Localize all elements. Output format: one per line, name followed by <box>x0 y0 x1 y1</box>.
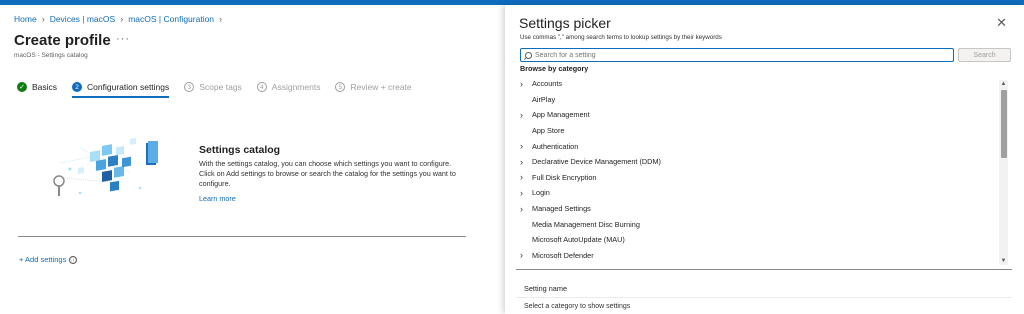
category-item[interactable]: › Microsoft Defender <box>520 248 1000 264</box>
category-item[interactable]: › Managed Settings <box>520 201 1000 217</box>
chevron-right-icon: › <box>520 250 523 261</box>
category-label: Full Disk Encryption <box>532 172 597 182</box>
tab-scope-tags[interactable]: 3 Scope tags <box>184 82 242 92</box>
add-settings-link[interactable]: + Add settings ⓘ <box>19 255 78 264</box>
page-subtitle: macOS - Settings catalog <box>14 52 88 59</box>
setting-empty-hint: Select a category to show settings <box>524 303 631 310</box>
breadcrumb: Home › Devices | macOS › macOS | Configu… <box>14 14 222 24</box>
step-label: Review + create <box>350 82 412 92</box>
step-number: 4 <box>256 82 267 92</box>
chevron-right-icon: › <box>219 14 223 24</box>
settings-catalog-description: With the settings catalog, you can choos… <box>199 159 456 188</box>
chevron-right-icon: › <box>120 14 124 24</box>
learn-more-link[interactable]: Learn more <box>199 194 236 203</box>
category-label: Media Management Disc Burning <box>532 219 640 229</box>
category-label: Login <box>532 188 550 198</box>
search-box[interactable] <box>520 48 954 62</box>
breadcrumb-macos-configuration[interactable]: macOS | Configuration <box>128 14 214 24</box>
breadcrumb-devices-macos[interactable]: Devices | macOS <box>50 14 116 24</box>
divider <box>18 236 466 237</box>
more-options-button[interactable]: ··· <box>116 33 130 45</box>
scrollbar-thumb[interactable] <box>1000 90 1007 158</box>
step-label: Scope tags <box>199 82 242 92</box>
wizard-steps: ✓ Basics 2 Configuration settings 3 Scop… <box>17 82 427 98</box>
checkmark-icon: ✓ <box>17 82 27 92</box>
category-label: App Management <box>532 110 590 120</box>
chevron-right-icon: › <box>520 141 523 152</box>
category-item[interactable]: App Store <box>520 123 1000 139</box>
divider <box>516 269 1012 270</box>
scroll-up-icon[interactable]: ▲ <box>1000 81 1007 87</box>
add-settings-label: + Add settings <box>19 255 67 264</box>
category-item[interactable]: Media Management Disc Burning <box>520 216 1000 232</box>
panel-title: Settings picker <box>519 15 611 31</box>
category-label: Managed Settings <box>532 204 591 214</box>
category-scrollbar[interactable]: ▲ ▼ <box>999 80 1008 265</box>
step-label: Basics <box>32 82 58 92</box>
settings-catalog-title: Settings catalog <box>199 144 281 156</box>
browse-by-category-label: Browse by category <box>520 64 589 73</box>
chevron-right-icon: › <box>520 78 523 89</box>
settings-catalog-illustration <box>53 137 158 196</box>
step-number: 3 <box>184 82 195 92</box>
tab-assignments[interactable]: 4 Assignments <box>256 82 321 92</box>
category-item[interactable]: › Login <box>520 185 1000 201</box>
category-label: Microsoft Defender <box>532 250 594 260</box>
scroll-down-icon[interactable]: ▼ <box>1000 258 1007 264</box>
category-item[interactable]: › Declarative Device Management (DDM) <box>520 154 1000 170</box>
category-label: AirPlay <box>532 94 556 104</box>
breadcrumb-home[interactable]: Home <box>14 14 37 24</box>
chevron-right-icon: › <box>520 203 523 214</box>
step-label: Assignments <box>271 82 321 92</box>
info-icon[interactable]: ⓘ <box>69 255 78 264</box>
chevron-right-icon: › <box>520 172 523 183</box>
category-item[interactable]: › Accounts <box>520 76 1000 92</box>
search-icon <box>525 51 532 59</box>
category-list: › Accounts AirPlay › App Management App St… <box>520 76 1000 263</box>
search-input[interactable] <box>535 51 935 59</box>
category-label: Declarative Device Management (DDM) <box>532 157 661 167</box>
divider <box>516 297 1012 298</box>
setting-name-header[interactable]: Setting name <box>524 284 567 293</box>
page-title: Create profile <box>14 32 111 49</box>
category-label: App Store <box>532 126 565 136</box>
category-item[interactable]: AirPlay <box>520 92 1000 108</box>
step-label: Configuration settings <box>87 82 170 92</box>
step-number: 5 <box>335 82 346 92</box>
category-item[interactable]: › App Management <box>520 107 1000 123</box>
category-item[interactable]: › Authentication <box>520 138 1000 154</box>
chevron-right-icon: › <box>520 156 523 167</box>
tab-configuration-settings[interactable]: 2 Configuration settings <box>72 82 170 98</box>
chevron-right-icon: › <box>41 14 45 24</box>
close-icon[interactable]: ✕ <box>996 16 1007 29</box>
chevron-right-icon: › <box>520 109 523 120</box>
settings-picker-panel: Settings picker ✕ Use commas "," among s… <box>505 5 1024 314</box>
tab-basics[interactable]: ✓ Basics <box>17 82 57 92</box>
category-item[interactable]: › Full Disk Encryption <box>520 170 1000 186</box>
step-number: 2 <box>72 82 83 92</box>
create-profile-pane: Home › Devices | macOS › macOS | Configu… <box>0 5 505 314</box>
search-hint: Use commas "," among search terms to loo… <box>520 34 722 41</box>
search-button[interactable]: Search <box>958 48 1011 62</box>
category-label: Authentication <box>532 141 579 151</box>
category-item[interactable]: Microsoft AutoUpdate (MAU) <box>520 232 1000 248</box>
chevron-right-icon: › <box>520 187 523 198</box>
tab-review-create[interactable]: 5 Review + create <box>335 82 412 92</box>
magnifier-illustration <box>53 175 65 196</box>
category-label: Microsoft AutoUpdate (MAU) <box>532 235 625 245</box>
category-label: Accounts <box>532 79 563 89</box>
